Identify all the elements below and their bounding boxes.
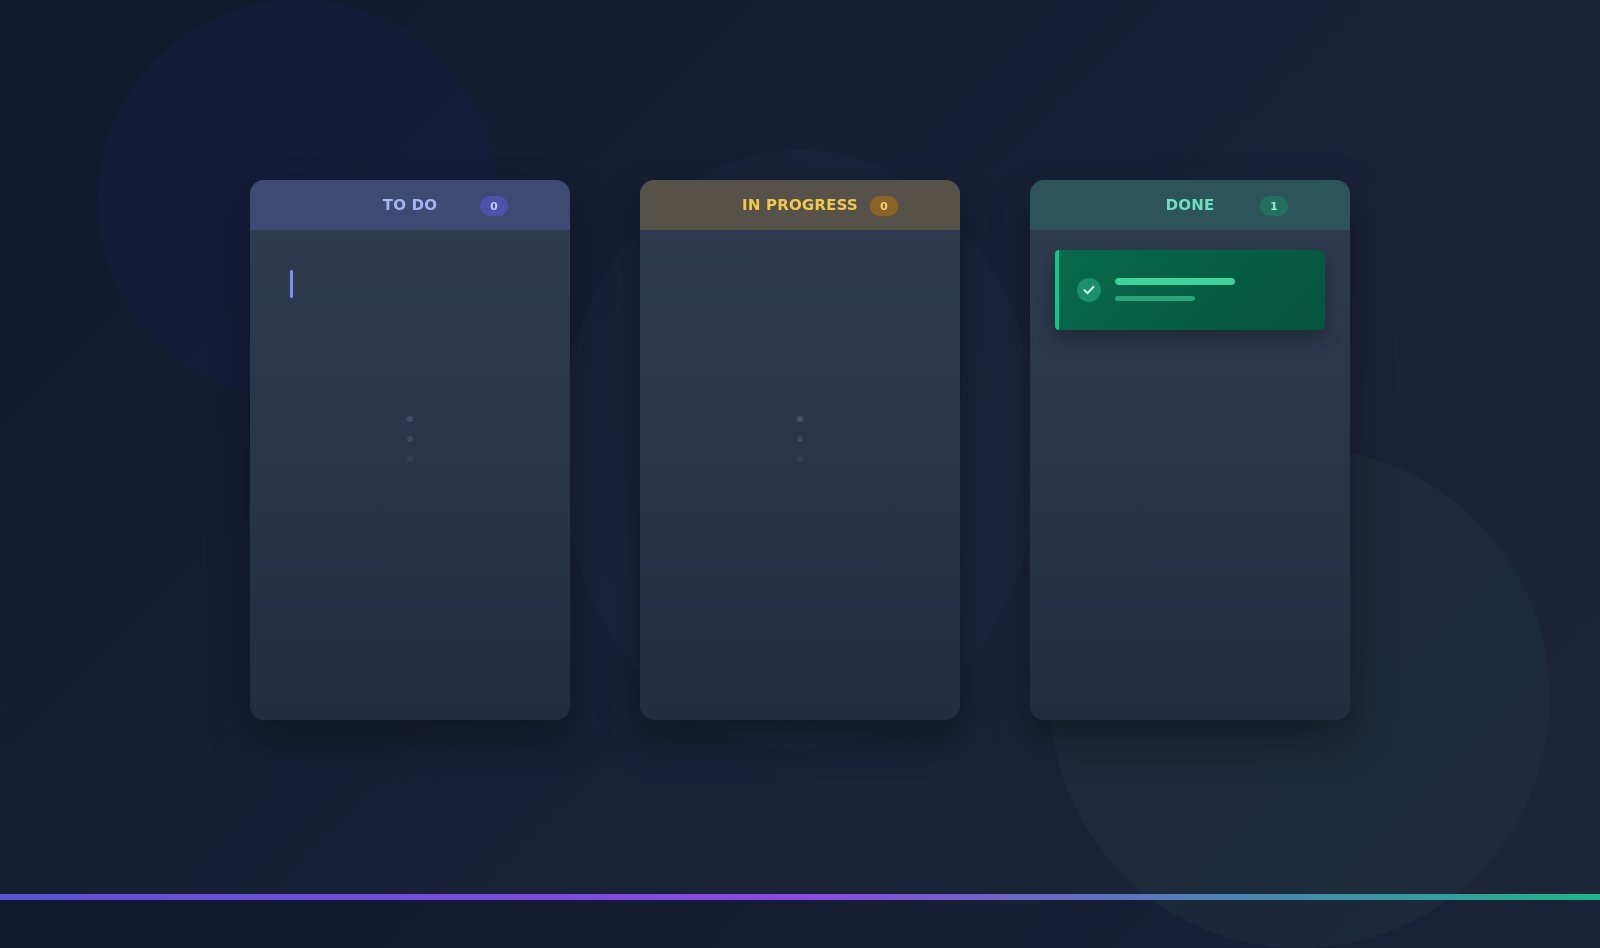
loading-dot [797,456,803,462]
empty-state-indicator [407,416,413,466]
progress-accent-bar [0,894,1600,900]
drag-insert-indicator [290,270,293,298]
task-title-placeholder [1115,278,1235,285]
column-done[interactable]: DONE 1 [1030,180,1350,720]
task-count-badge: 1 [1260,196,1288,216]
empty-state-indicator [797,416,803,466]
column-title: TO DO [382,196,438,214]
task-subtitle-placeholder [1115,296,1195,301]
loading-dot [407,436,413,442]
column-header-todo: TO DO 0 [250,180,570,230]
column-title: IN PROGRESS [742,196,858,214]
task-count-badge: 0 [480,196,508,216]
column-header-in-progress: IN PROGRESS 0 [640,180,960,230]
check-icon [1077,278,1101,302]
loading-dot [407,416,413,422]
task-count-badge: 0 [870,196,898,216]
task-card-completed[interactable] [1055,250,1325,330]
loading-dot [407,456,413,462]
loading-dot [797,436,803,442]
column-todo[interactable]: TO DO 0 [250,180,570,720]
column-in-progress[interactable]: IN PROGRESS 0 [640,180,960,720]
column-header-done: DONE 1 [1030,180,1350,230]
column-title: DONE [1165,196,1215,214]
loading-dot [797,416,803,422]
